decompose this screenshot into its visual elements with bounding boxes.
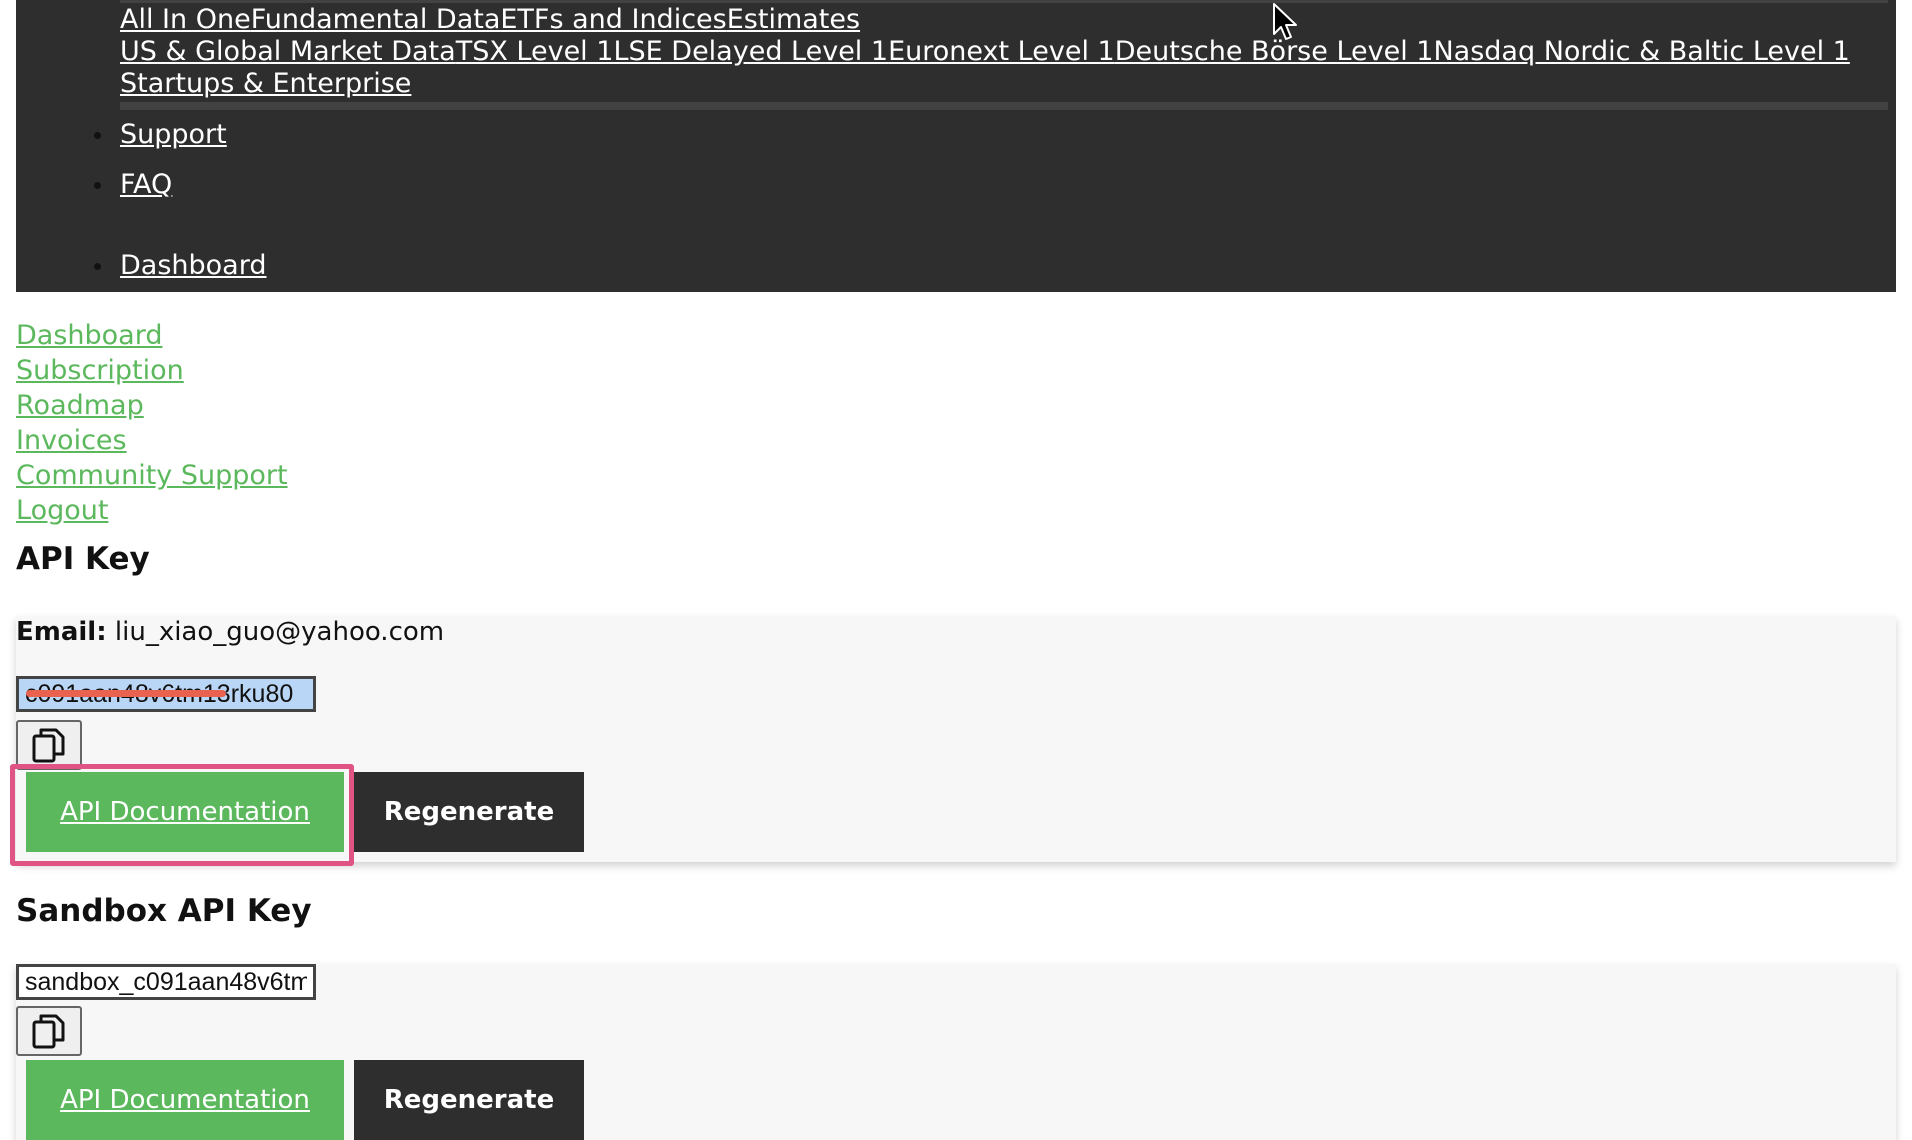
email-value: liu_xiao_guo@yahoo.com xyxy=(114,617,445,647)
sidebar-item-dashboard: Dashboard xyxy=(16,320,288,355)
menu-link-all-in-one[interactable]: All In One xyxy=(120,4,251,35)
menu-link-lse-delayed[interactable]: LSE Delayed Level 1 xyxy=(613,36,888,67)
copy-api-key-button[interactable] xyxy=(16,720,82,770)
nav-item-dashboard: Dashboard xyxy=(93,249,266,286)
nav-item-support: Support xyxy=(94,118,227,155)
copy-icon xyxy=(32,1014,65,1049)
api-documentation-button[interactable]: API Documentation xyxy=(26,772,344,852)
dropdown-top-edge xyxy=(120,0,1888,3)
sidebar-item-community-support: Community Support xyxy=(16,460,288,495)
email-line: Email: liu_xiao_guo@yahoo.com xyxy=(16,616,444,648)
sidebar-link-subscription[interactable]: Subscription xyxy=(16,355,184,386)
products-menu-row-2: US & Global Market DataTSX Level 1LSE De… xyxy=(120,36,1850,71)
sidebar-link-logout[interactable]: Logout xyxy=(16,495,108,526)
nav-link-dashboard[interactable]: Dashboard xyxy=(120,250,266,281)
sidebar-item-subscription: Subscription xyxy=(16,355,288,390)
sandbox-api-key-panel: API Documentation Regenerate xyxy=(16,964,1896,1140)
menu-link-euronext[interactable]: Euronext Level 1 xyxy=(888,36,1115,67)
sandbox-api-key-input[interactable] xyxy=(16,964,316,1000)
menu-link-estimates[interactable]: Estimates xyxy=(727,4,860,35)
nav-item-faq: FAQ xyxy=(93,168,172,205)
nav-link-faq[interactable]: FAQ xyxy=(120,169,172,200)
sidebar-item-logout: Logout xyxy=(16,495,288,530)
api-key-heading: API Key xyxy=(16,541,150,577)
account-sidebar: Dashboard Subscription Roadmap Invoices … xyxy=(16,320,288,530)
sandbox-api-documentation-button[interactable]: API Documentation xyxy=(26,1060,344,1140)
email-label: Email: xyxy=(16,617,107,647)
nav-link-support[interactable]: Support xyxy=(120,119,227,150)
mouse-cursor-icon xyxy=(1273,3,1297,40)
top-navigation: All In OneFundamental DataETFs and Indic… xyxy=(16,0,1896,292)
products-menu-row-3: Startups & Enterprise xyxy=(120,68,411,103)
menu-link-nasdaq-nordic[interactable]: Nasdaq Nordic & Baltic Level 1 xyxy=(1433,36,1849,67)
sidebar-link-dashboard[interactable]: Dashboard xyxy=(16,320,162,351)
regenerate-sandbox-key-button[interactable]: Regenerate xyxy=(354,1060,584,1140)
menu-link-tsx-level-1[interactable]: TSX Level 1 xyxy=(456,36,614,67)
sidebar-link-roadmap[interactable]: Roadmap xyxy=(16,390,144,421)
menu-link-us-global[interactable]: US & Global Market Data xyxy=(120,36,456,67)
api-key-panel: Email: liu_xiao_guo@yahoo.com API Docume… xyxy=(16,616,1896,862)
regenerate-api-key-button[interactable]: Regenerate xyxy=(354,772,584,852)
api-key-input[interactable] xyxy=(16,676,316,712)
menu-link-etfs-indices[interactable]: ETFs and Indices xyxy=(500,4,726,35)
sidebar-item-invoices: Invoices xyxy=(16,425,288,460)
sidebar-link-community-support[interactable]: Community Support xyxy=(16,460,288,491)
sandbox-api-key-heading: Sandbox API Key xyxy=(16,893,312,929)
menu-link-startups-enterprise[interactable]: Startups & Enterprise xyxy=(120,68,411,99)
menu-link-fundamental-data[interactable]: Fundamental Data xyxy=(251,4,501,35)
menu-divider xyxy=(120,102,1888,110)
copy-icon xyxy=(32,728,65,763)
sidebar-link-invoices[interactable]: Invoices xyxy=(16,425,127,456)
sidebar-item-roadmap: Roadmap xyxy=(16,390,288,425)
products-menu-row-1: All In OneFundamental DataETFs and Indic… xyxy=(120,4,860,39)
copy-sandbox-key-button[interactable] xyxy=(16,1006,82,1056)
